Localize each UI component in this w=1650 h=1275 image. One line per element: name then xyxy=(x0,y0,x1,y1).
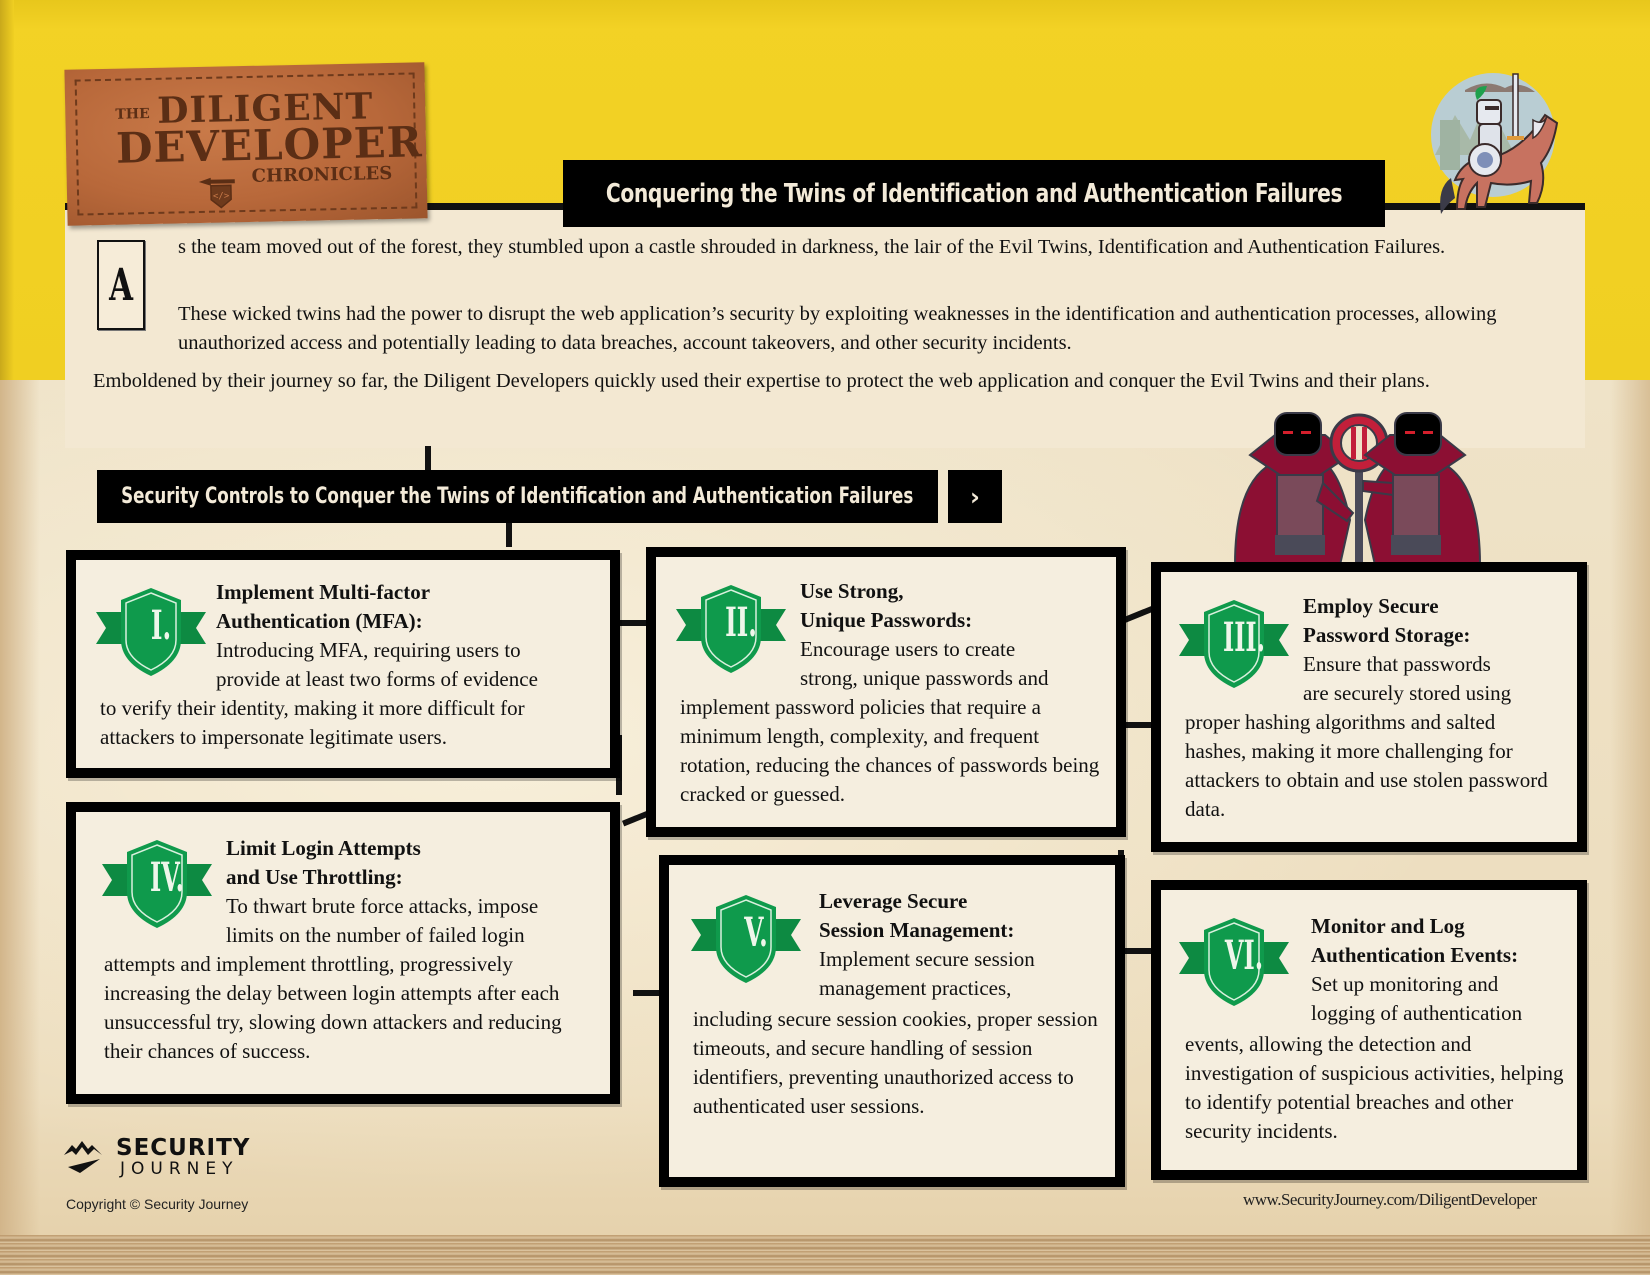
book-page-edges xyxy=(0,1235,1650,1275)
control-title-line-1: Limit Login Attempts xyxy=(226,836,421,860)
control-body: attempts and implement throttling, progr… xyxy=(104,952,562,1063)
control-body-line: limits on the number of failed login xyxy=(226,923,525,947)
control-title-line-1: Employ Secure xyxy=(1303,594,1439,618)
brand-name-top: SECURITY xyxy=(116,1135,251,1161)
page-edge xyxy=(0,0,14,380)
svg-text:</>: </> xyxy=(213,191,230,201)
control-body-line: provide at least two forms of evidence xyxy=(216,667,538,691)
control-title-line-2: Unique Passwords: xyxy=(800,608,973,632)
control-body-line: Implement secure session xyxy=(819,947,1035,971)
badge-numeral: V. xyxy=(744,909,768,956)
intro-paragraph-1: s the team moved out of the forest, they… xyxy=(178,236,1446,258)
control-body-line: are securely stored using xyxy=(1303,681,1512,705)
connector-line xyxy=(425,446,431,470)
control-body: implement password policies that require… xyxy=(680,695,1100,806)
control-body-line: Set up monitoring and xyxy=(1311,972,1499,996)
security-journey-logo: SECURITY JOURNEY xyxy=(64,1135,284,1181)
control-body-line: strong, unique passwords and xyxy=(800,666,1049,690)
intro-paragraph-2: These wicked twins had the power to disr… xyxy=(178,303,1497,354)
control-card-2: II. Use Strong, Unique Passwords: Encour… xyxy=(646,547,1126,837)
control-body: to verify their identity, making it more… xyxy=(100,696,525,749)
evil-twins-illustration xyxy=(1233,412,1482,565)
page-title-banner: Conquering the Twins of Identification a… xyxy=(563,160,1385,227)
control-body-line: To thwart brute force attacks, impose xyxy=(226,894,539,918)
badge-numeral: III. xyxy=(1222,614,1266,661)
control-title-line-2: Session Management: xyxy=(819,918,1015,942)
badge-numeral: I. xyxy=(150,602,172,649)
intro-paragraph-3: Emboldened by their journey so far, the … xyxy=(93,370,1430,392)
drop-cap-letter: A xyxy=(109,259,133,311)
footer-url-link[interactable]: www.SecurityJourney.com/DiligentDevelope… xyxy=(1243,1190,1537,1210)
control-card-3: III. Employ Secure Password Storage: Ens… xyxy=(1151,562,1587,852)
badge-numeral: II. xyxy=(725,599,757,646)
brand-name-bottom: JOURNEY xyxy=(120,1159,239,1179)
control-title-line-1: Use Strong, xyxy=(800,579,904,603)
paper-shadow-right xyxy=(1610,380,1650,1275)
control-body: events, allowing the detection and inves… xyxy=(1185,1032,1564,1143)
control-card-4: IV. Limit Login Attempts and Use Throttl… xyxy=(66,802,620,1104)
logo-the: THE xyxy=(115,106,150,123)
control-body: including secure session cookies, proper… xyxy=(693,1007,1098,1118)
mountain-logo-icon xyxy=(64,1141,102,1173)
logo-chronicles: CHRONICLES xyxy=(251,162,393,187)
control-card-1: I. Implement Multi-factor Authentication… xyxy=(66,550,620,778)
control-card-5: V. Leverage Secure Session Management: I… xyxy=(659,855,1125,1187)
top-band xyxy=(0,0,1650,30)
control-title-line-1: Leverage Secure xyxy=(819,889,968,913)
section-title-banner: Security Controls to Conquer the Twins o… xyxy=(97,470,938,523)
code-brackets-icon: </> xyxy=(198,177,235,209)
connector-line xyxy=(506,523,512,547)
paper-shadow-left xyxy=(0,380,40,1275)
drop-cap: A xyxy=(97,240,145,330)
section-title: Security Controls to Conquer the Twins o… xyxy=(121,484,914,509)
control-title-line-2: Authentication Events: xyxy=(1311,943,1519,967)
control-body-line: Ensure that passwords xyxy=(1303,652,1491,676)
control-title-line-2: Password Storage: xyxy=(1303,623,1471,647)
control-body-line: management practices, xyxy=(819,976,1012,1000)
badge-numeral: VI. xyxy=(1224,932,1264,979)
control-title-line-1: Implement Multi-factor xyxy=(216,580,431,604)
page-title: Conquering the Twins of Identification a… xyxy=(605,178,1343,209)
copyright-text: Copyright © Security Journey xyxy=(66,1196,249,1212)
control-title-line-2: Authentication (MFA): xyxy=(216,609,423,633)
next-button[interactable]: › xyxy=(948,470,1002,523)
control-title-line-1: Monitor and Log xyxy=(1311,914,1465,938)
knight-on-horse-illustration xyxy=(1431,73,1559,214)
control-body-line: Encourage users to create xyxy=(800,637,1016,661)
control-body: proper hashing algorithms and salted has… xyxy=(1185,710,1548,821)
control-card-6: VI. Monitor and Log Authentication Event… xyxy=(1151,880,1587,1180)
control-body-line: Introducing MFA, requiring users to xyxy=(216,638,521,662)
control-title-line-2: and Use Throttling: xyxy=(226,865,403,889)
badge-numeral: IV. xyxy=(149,854,185,901)
control-body-line: logging of authentication xyxy=(1311,1001,1523,1025)
diligent-developer-logo: THE DILIGENT DEVELOPER CHRONICLES </> xyxy=(64,62,428,226)
